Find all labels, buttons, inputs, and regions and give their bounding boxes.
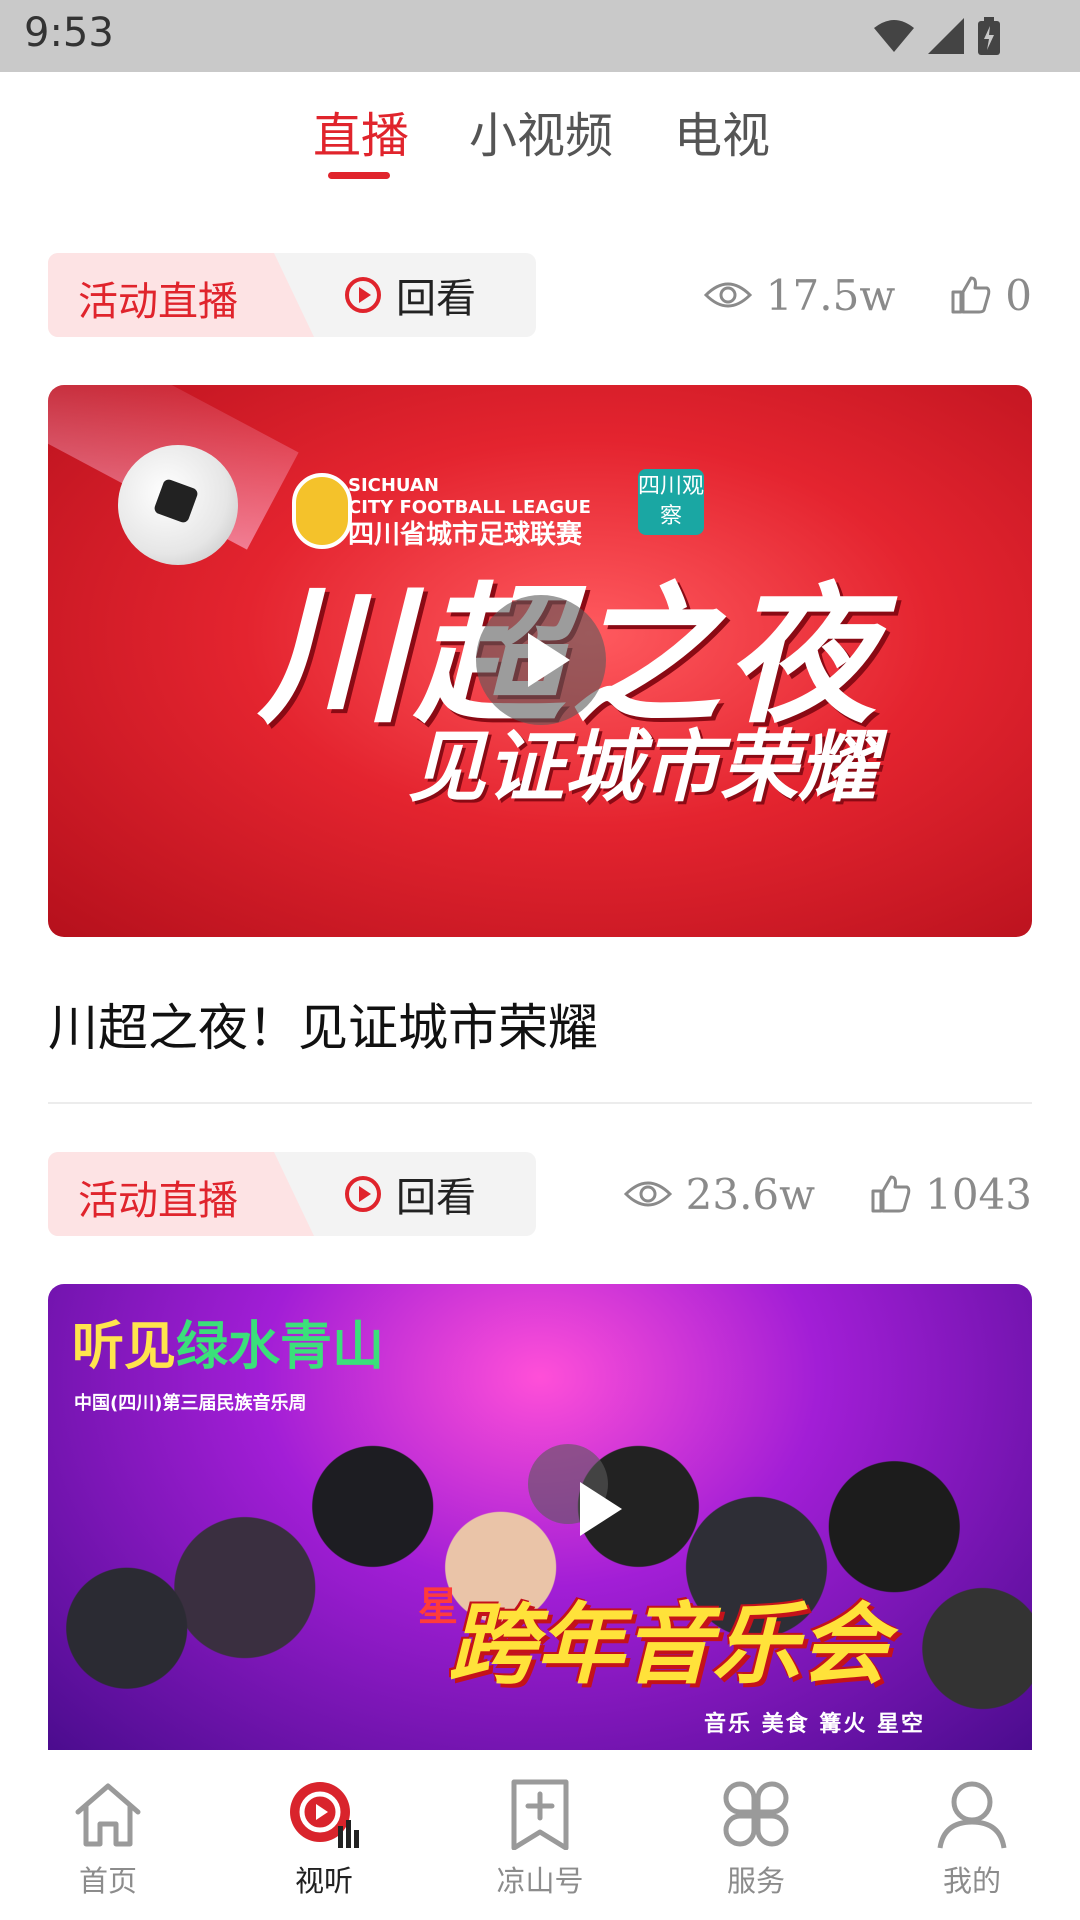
eye-icon [703,282,752,308]
like-count: 0 [1005,270,1032,320]
banner-headline: 跨年音乐会 [448,1592,889,1696]
nav-home[interactable]: 首页 [0,1752,216,1920]
thumbs-up-icon[interactable] [869,1173,911,1215]
play-audio-icon [290,1782,359,1848]
home-icon [75,1783,141,1847]
live-tag-label: 活动直播 [78,1178,238,1224]
replay-icon [345,1176,381,1212]
nav-watch-listen[interactable]: 视听 [216,1752,432,1920]
status-icons [874,14,1000,58]
services-grid-icon [723,1781,789,1847]
thumbs-up-icon[interactable] [949,274,991,316]
like-count: 1043 [925,1169,1032,1219]
video-thumbnail[interactable]: 听见绿水青山 中国(四川)第三届民族音乐周 星 跨年音乐会 音乐 美食 篝火 星… [48,1284,1032,1750]
live-tag: 活动直播 回看 [48,1152,536,1236]
event-brand: 听见绿水青山 [72,1316,385,1377]
bottom-nav: 首页 视听 凉山号 服务 我的 [0,1752,1080,1920]
nav-label: 首页 [78,1864,137,1898]
view-count: 17.5w [765,270,896,320]
nav-services[interactable]: 服务 [648,1752,864,1920]
top-tabs: 直播 小视频 电视 [0,72,1080,202]
event-subtitle: 中国(四川)第三届民族音乐周 [74,1393,307,1414]
nav-liangshan-account[interactable]: 凉山号 [432,1752,648,1920]
replay-icon [345,277,381,313]
battery-icon [978,17,1000,55]
nav-label: 视听 [294,1864,353,1898]
play-button[interactable] [476,595,606,725]
tab-short-video[interactable]: 小视频 [469,96,613,166]
live-tag: 活动直播 回看 [48,253,536,337]
item-header: 活动直播 回看 23.6w 1043 [48,1152,1032,1236]
signal-icon [928,18,964,54]
replay-label: 回看 [396,276,476,322]
status-bar: 9:53 [0,0,1080,72]
replay-button[interactable]: 回看 [344,267,476,323]
tab-tv[interactable]: 电视 [674,96,770,166]
wifi-icon [874,20,914,52]
live-tag-label: 活动直播 [78,279,238,325]
view-count: 23.6w [685,1169,816,1219]
play-button[interactable] [528,1444,622,1536]
replay-button[interactable]: 回看 [344,1166,476,1222]
nav-profile[interactable]: 我的 [864,1752,1080,1920]
nav-label: 服务 [726,1864,785,1898]
nav-label: 我的 [942,1864,1001,1898]
user-icon [937,1781,1007,1849]
football-image [118,445,238,565]
add-bookmark-icon [511,1779,569,1850]
replay-label: 回看 [396,1175,476,1221]
tab-active-indicator [328,172,390,179]
item-header: 活动直播 回看 17.5w 0 [48,253,1032,337]
item-stats: 23.6w 1043 [623,1166,1032,1222]
status-time: 9:53 [24,10,114,56]
tab-live[interactable]: 直播 [313,96,409,166]
eye-icon [623,1181,672,1207]
channel-badge: 四川观察 [638,469,704,535]
divider [48,1102,1032,1104]
nav-label: 凉山号 [496,1864,584,1898]
event-tags: 音乐 美食 篝火 星空 [704,1712,925,1737]
item-title[interactable]: 川超之夜！见证城市荣耀 [48,988,598,1060]
item-stats: 17.5w 0 [703,267,1032,323]
banner-subline: 见证城市荣耀 [408,722,877,813]
video-thumbnail[interactable]: SICHUAN CITY FOOTBALL LEAGUE 四川省城市足球联赛 四… [48,385,1032,937]
